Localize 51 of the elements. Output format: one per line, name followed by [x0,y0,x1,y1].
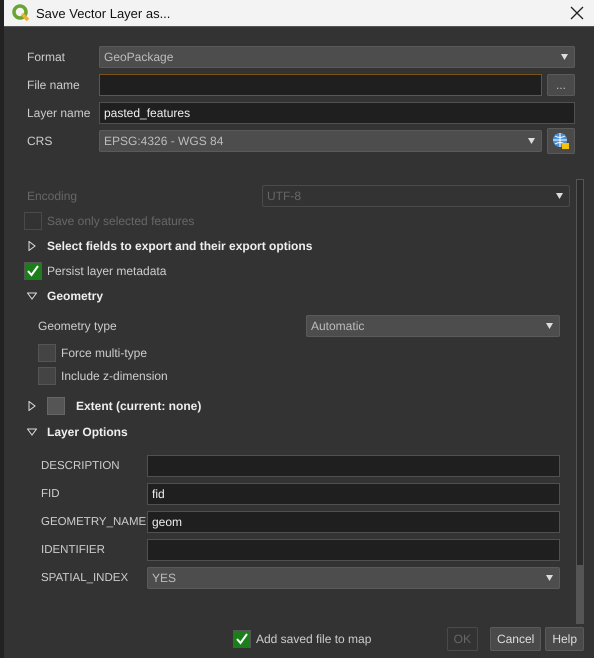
scrollbar[interactable] [576,179,584,624]
dialog-button[interactable]: Cancel [490,627,542,651]
expander-icon[interactable] [27,291,37,301]
option-label: SPATIAL_INDEX [41,572,130,584]
format-dropdown[interactable]: GeoPackage [99,46,575,68]
field-label: Geometry type [37,319,118,333]
close-icon[interactable] [570,6,584,20]
dropdown-arrow-icon [528,138,535,144]
checkbox[interactable] [38,367,56,385]
option-field[interactable]: geom [147,511,560,533]
field-label: Format [27,50,66,64]
app-logo-icon [12,4,30,22]
option-label: DESCRIPTION [41,460,121,472]
section-header[interactable]: Extent (current: none) [76,399,202,413]
field-label: CRS [27,134,54,148]
checkbox[interactable] [47,397,65,415]
dropdown-arrow-icon [561,54,568,60]
checkbox[interactable] [38,344,56,362]
expander-icon[interactable] [27,241,37,251]
option-field[interactable] [147,539,560,561]
globe-icon [552,132,570,150]
window-title: Save Vector Layer as... [36,6,172,20]
option-label: IDENTIFIER [41,544,106,556]
expander-icon[interactable] [27,427,37,437]
checkbox-label: Add saved file to map [256,632,372,646]
section-header[interactable]: Layer Options [47,425,128,439]
crs-dropdown[interactable]: EPSG:4326 - WGS 84 [99,130,542,152]
dropdown-arrow-icon [546,323,553,329]
option-label: GEOMETRY_NAME [41,516,147,528]
option-field[interactable]: fid [147,483,560,505]
checkbox-label: Include z-dimension [61,369,168,383]
option-field[interactable] [147,455,560,477]
section-header[interactable]: Select fields to export and their export options [47,239,312,253]
file-name-field[interactable] [99,74,542,96]
checkbox[interactable] [24,262,42,280]
dropdown-arrow-icon [546,575,553,581]
field-label: Layer name [27,106,92,120]
checkbox[interactable] [233,630,251,648]
option-dropdown[interactable]: YES [147,567,560,589]
checkbox-label: Persist layer metadata [47,264,166,278]
dialog-button[interactable]: Help [545,627,584,651]
checkbox-label: Force multi-type [61,346,148,360]
dropdown-arrow-icon [556,193,563,199]
expander-icon[interactable] [27,401,37,411]
layer-name-field[interactable]: pasted_features [99,102,575,124]
option-label: FID [41,488,61,500]
field-label: File name [27,78,81,92]
geometry-type-dropdown[interactable]: Automatic [306,315,560,337]
section-header[interactable]: Geometry [47,289,104,303]
browse-button[interactable]: ... [547,74,575,96]
crs-select-button[interactable] [547,128,575,154]
